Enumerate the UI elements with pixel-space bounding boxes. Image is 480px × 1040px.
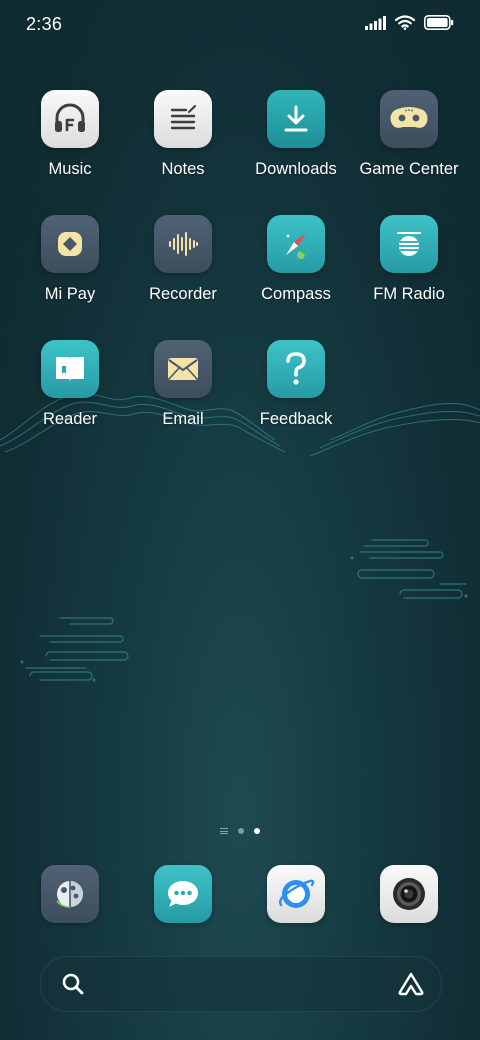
dock-messages[interactable] [154,865,212,923]
page-dot[interactable] [238,828,244,834]
compass-icon [286,233,306,259]
app-label: Email [162,410,204,428]
camera-icon [393,878,425,910]
app-feedback[interactable]: Feedback [241,340,351,429]
app-downloads[interactable]: Downloads [241,90,351,179]
gamepad-icon [390,107,428,128]
search-bar[interactable] [40,956,442,1012]
app-label: Reader [42,410,98,428]
app-fm-radio[interactable]: FM Radio [354,215,464,304]
download-icon [284,105,308,132]
dock-browser[interactable] [267,865,325,923]
notes-icon [170,105,196,130]
app-notes[interactable]: Notes [128,90,238,179]
app-label: Recorder [149,285,217,303]
app-label: Downloads [255,160,337,178]
question-icon [286,352,306,385]
mipay-icon [58,232,82,256]
app-label: Music [48,160,92,178]
browser-icon [278,879,315,908]
headphones-icon [55,103,85,132]
app-reader[interactable]: Reader [15,340,125,429]
app-label: Compass [261,285,331,303]
app-label: Feedback [259,410,333,428]
search-icon[interactable] [61,972,85,996]
status-icons [365,15,454,30]
soundwave-icon [169,232,198,256]
page-dot-active[interactable] [254,828,260,834]
battery-icon [424,15,454,30]
assistant-icon[interactable] [397,971,425,997]
app-label: Notes [161,160,205,178]
radio-icon [397,232,421,256]
app-label: FM Radio [373,285,445,303]
app-email[interactable]: Email [128,340,238,429]
dock-gallery[interactable] [41,865,99,923]
app-mi-pay[interactable]: Mi Pay [15,215,125,304]
messages-icon [168,881,198,907]
status-time: 2:36 [26,14,63,34]
status-bar: 2:36 [0,0,480,52]
envelope-icon [168,358,198,380]
signal-icon [365,15,386,30]
app-music[interactable]: Music [15,90,125,179]
book-icon [56,357,84,381]
wifi-icon [395,15,415,30]
dock-camera[interactable] [380,865,438,923]
app-compass[interactable]: Compass [241,215,351,304]
gallery-icon [56,881,83,908]
app-game-center[interactable]: Game Center [354,90,464,179]
lines-icon[interactable] [220,828,228,834]
app-label: Game Center [359,160,459,178]
app-recorder[interactable]: Recorder [128,215,238,304]
app-label: Mi Pay [44,285,96,303]
page-indicator [0,828,480,834]
